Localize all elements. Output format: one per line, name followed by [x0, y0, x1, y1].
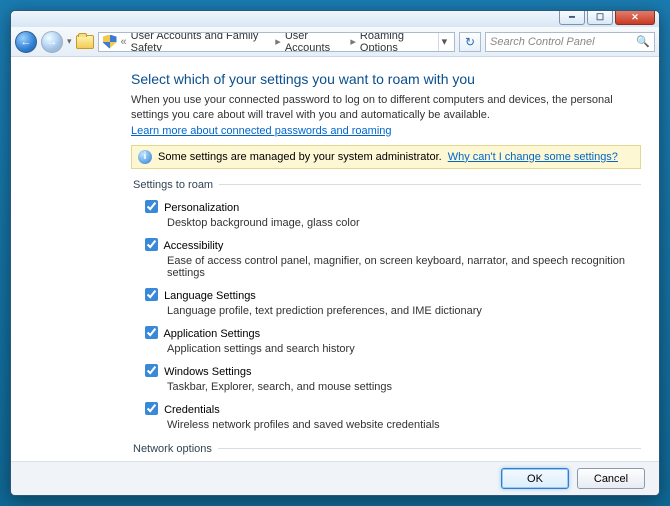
content-area: Select which of your settings you want t… — [11, 57, 659, 461]
option-desc: Wireless network profiles and saved webs… — [167, 419, 641, 431]
option-language: Language Settings Language profile, text… — [141, 285, 641, 317]
maximize-button[interactable]: ☐ — [587, 11, 613, 25]
settings-to-roam-group: Settings to roam Personalization Desktop… — [131, 179, 641, 437]
breadcrumb-item[interactable]: Roaming Options — [360, 32, 434, 52]
folder-icon — [76, 35, 94, 49]
checkbox-accessibility[interactable] — [145, 238, 158, 251]
checkbox-language[interactable] — [145, 288, 158, 301]
option-label: Windows Settings — [164, 366, 251, 378]
checkbox-credentials[interactable] — [145, 402, 158, 415]
option-label: Personalization — [164, 202, 239, 214]
page-intro: When you use your connected password to … — [131, 93, 641, 123]
chevron-right-icon: ▸ — [350, 35, 356, 48]
group-legend: Network options — [131, 443, 218, 455]
checkbox-personalization[interactable] — [145, 200, 158, 213]
chevron-right-icon: ▸ — [275, 35, 281, 48]
option-application: Application Settings Application setting… — [141, 323, 641, 355]
admin-info-bar: i Some settings are managed by your syst… — [131, 145, 641, 169]
learn-more-link[interactable]: Learn more about connected passwords and… — [131, 125, 392, 137]
option-label: Language Settings — [164, 290, 256, 302]
option-desc: Desktop background image, glass color — [167, 217, 641, 229]
arrow-right-icon: → — [47, 36, 58, 48]
refresh-icon: ↻ — [465, 35, 475, 49]
option-personalization: Personalization Desktop background image… — [141, 197, 641, 229]
option-accessibility: Accessibility Ease of access control pan… — [141, 235, 641, 279]
control-panel-window: ━ ☐ ✕ ← → ▾ « User Accounts and Family S… — [10, 10, 660, 496]
minimize-button[interactable]: ━ — [559, 11, 585, 25]
info-text: Some settings are managed by your system… — [158, 151, 442, 163]
breadcrumb-item[interactable]: User Accounts and Family Safety — [131, 32, 272, 52]
option-label: Credentials — [164, 404, 220, 416]
option-label: Accessibility — [163, 240, 223, 252]
breadcrumb-item[interactable]: User Accounts — [285, 32, 347, 52]
option-desc: Ease of access control panel, magnifier,… — [167, 255, 641, 279]
search-input[interactable]: Search Control Panel 🔍 — [485, 32, 655, 52]
checkbox-windows[interactable] — [145, 364, 158, 377]
shield-icon — [103, 35, 117, 49]
ok-button[interactable]: OK — [501, 468, 569, 489]
why-cant-change-link[interactable]: Why can't I change some settings? — [448, 151, 618, 163]
back-button[interactable]: ← — [15, 31, 37, 53]
option-windows: Windows Settings Taskbar, Explorer, sear… — [141, 361, 641, 393]
address-bar[interactable]: « User Accounts and Family Safety ▸ User… — [98, 32, 455, 52]
breadcrumb-prefix: « — [121, 36, 127, 48]
checkbox-application[interactable] — [145, 326, 158, 339]
option-label: Application Settings — [163, 328, 260, 340]
option-desc: Language profile, text prediction prefer… — [167, 305, 641, 317]
arrow-left-icon: ← — [21, 36, 32, 48]
option-desc: Taskbar, Explorer, search, and mouse set… — [167, 381, 641, 393]
info-icon: i — [138, 150, 152, 164]
option-desc: Application settings and search history — [167, 343, 641, 355]
network-options-group: Network options Enable roaming on paid n… — [131, 443, 641, 461]
address-dropdown[interactable]: ▾ — [438, 33, 450, 51]
refresh-button[interactable]: ↻ — [459, 32, 481, 52]
cancel-button[interactable]: Cancel — [577, 468, 645, 489]
search-placeholder: Search Control Panel — [490, 36, 595, 48]
option-credentials: Credentials Wireless network profiles an… — [141, 399, 641, 431]
navigation-bar: ← → ▾ « User Accounts and Family Safety … — [11, 27, 659, 57]
group-legend: Settings to roam — [131, 179, 219, 191]
forward-button[interactable]: → — [41, 31, 63, 53]
close-button[interactable]: ✕ — [615, 11, 655, 25]
search-icon: 🔍 — [636, 35, 650, 48]
dialog-footer: OK Cancel — [11, 461, 659, 495]
page-title: Select which of your settings you want t… — [131, 71, 641, 87]
recent-pages-dropdown[interactable]: ▾ — [67, 36, 72, 47]
titlebar: ━ ☐ ✕ — [11, 11, 659, 27]
